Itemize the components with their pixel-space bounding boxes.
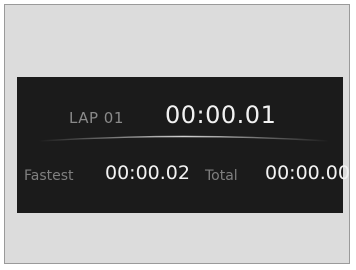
lap-label: LAP 01	[69, 109, 124, 127]
fastest-label: Fastest	[24, 168, 74, 184]
total-label: Total	[205, 168, 238, 184]
fastest-time: 00:00.02	[105, 162, 190, 184]
lap-time: 00:00.01	[165, 101, 277, 129]
lap-timer-display: LAP 01 00:00.01 Fastest 00:00.02 Total 0…	[17, 77, 350, 213]
divider-arc	[39, 135, 329, 142]
total-time: 00:00.00	[265, 162, 350, 184]
image-frame: LAP 01 00:00.01 Fastest 00:00.02 Total 0…	[4, 4, 350, 264]
